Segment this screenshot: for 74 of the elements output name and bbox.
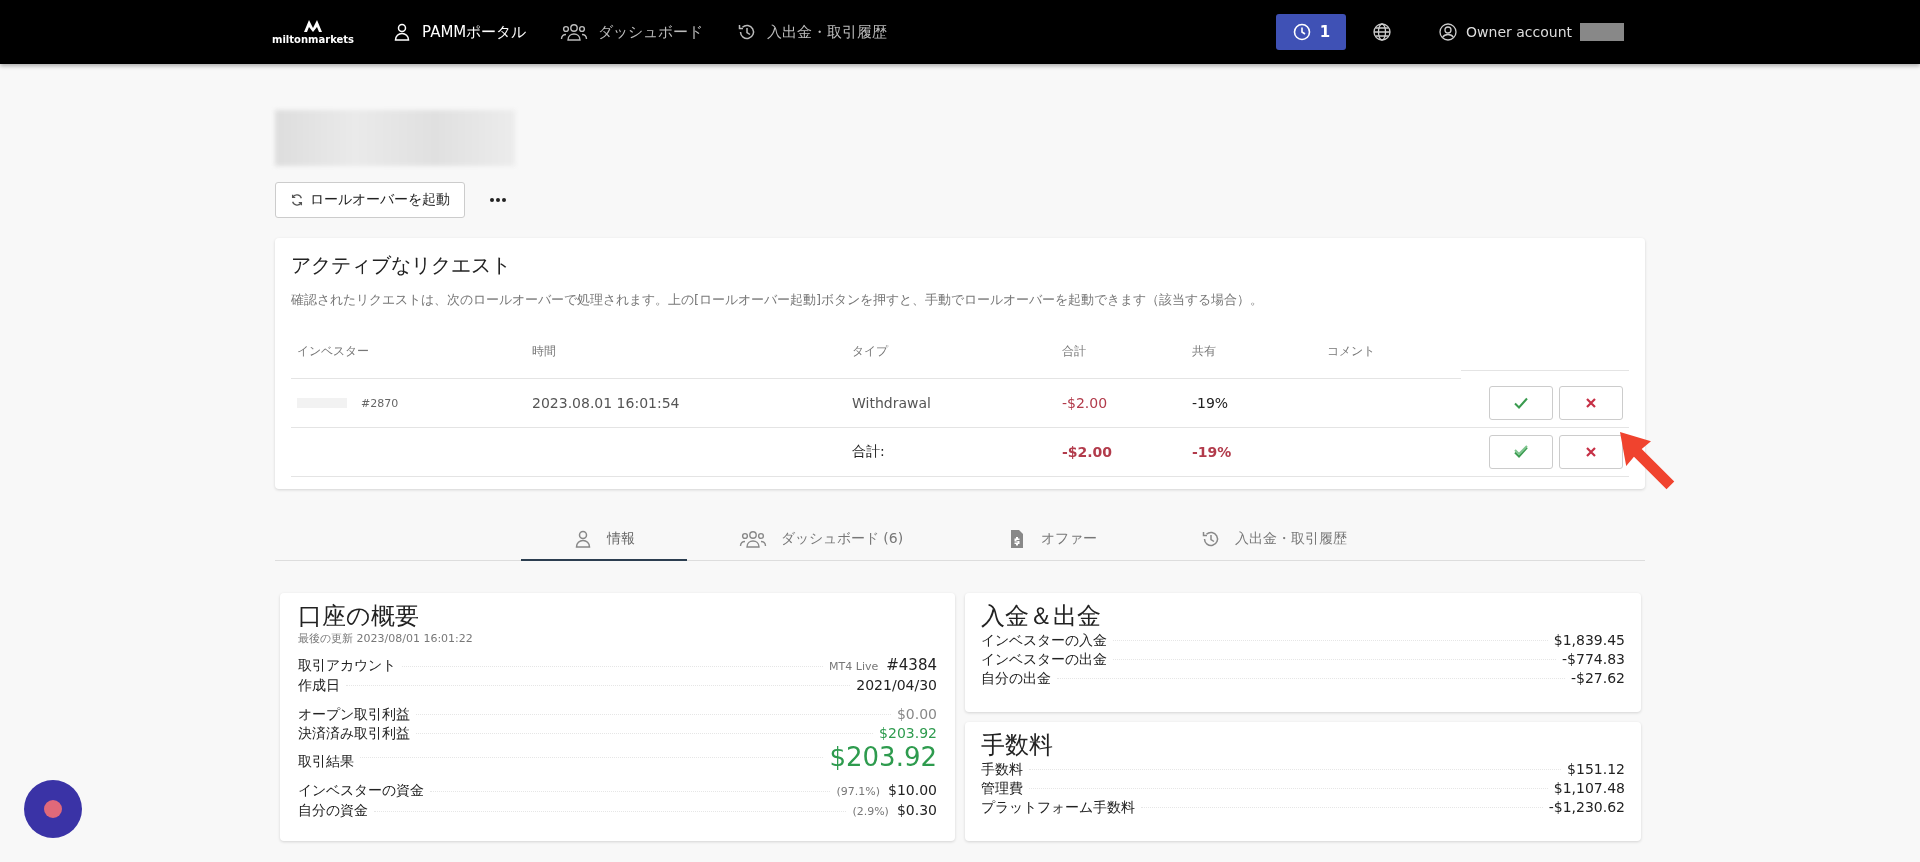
- last-updated: 最後の更新 2023/08/01 16:01:22: [298, 631, 474, 646]
- column-header: インベスター: [291, 337, 526, 379]
- card-title: 入金＆出金: [981, 601, 1102, 631]
- clock-icon: [1291, 22, 1312, 42]
- row-label: プラットフォーム手数料: [981, 798, 1135, 817]
- column-header: コメント: [1321, 337, 1461, 379]
- row-label: オープン取引利益: [298, 705, 410, 724]
- check-icon: [1513, 395, 1529, 411]
- row-label: インベスターの出金: [981, 650, 1107, 669]
- column-header: 合計: [1056, 337, 1186, 379]
- reject-all-button[interactable]: [1559, 435, 1623, 469]
- card-title: 手数料: [981, 730, 1054, 760]
- row-value: $203.92: [879, 724, 937, 743]
- account-menu[interactable]: Owner account: [1432, 21, 1630, 43]
- dot-icon: [44, 800, 62, 818]
- row-value: $0.30: [896, 801, 937, 820]
- row-label: 管理費: [981, 779, 1023, 798]
- reject-button[interactable]: [1559, 386, 1623, 420]
- nav-link[interactable]: PAMMポータル: [392, 16, 527, 48]
- row-label: インベスターの入金: [981, 631, 1107, 650]
- row-label: 手数料: [981, 760, 1023, 779]
- row-value: -$774.83: [1562, 650, 1625, 669]
- row-note: (2.9%): [852, 804, 889, 820]
- double-check-icon: [1513, 444, 1529, 460]
- table-cell: -19%: [1186, 379, 1321, 428]
- table-cell: -$2.00: [1056, 379, 1186, 428]
- row-value: $1,839.45: [1553, 631, 1625, 650]
- table-cell: 合計:: [846, 428, 1056, 477]
- row-value: $151.12: [1567, 760, 1625, 779]
- table-cell: Withdrawal: [846, 379, 1056, 428]
- card-description: 確認されたリクエストは、次のロールオーバーで処理されます。上の[ロールオーバー起動]ボタンを押すと、手動でロールオーバーを起動できます（該当する場合）。: [291, 291, 1265, 309]
- refresh-icon: [290, 193, 304, 207]
- row-value: $203.92: [829, 743, 937, 771]
- row-label: 取引結果: [298, 752, 354, 771]
- row-label: 取引アカウント: [298, 656, 396, 675]
- column-header: タイプ: [846, 337, 1056, 379]
- row-value: $10.00: [888, 781, 937, 800]
- row-note: (97.1%): [836, 784, 880, 800]
- nav-link[interactable]: ダッシュボード: [560, 16, 704, 48]
- row-value: #4384: [886, 656, 937, 675]
- column-header: 時間: [526, 337, 846, 379]
- row-label: 作成日: [298, 676, 340, 695]
- row-label: 決済済み取引利益: [298, 724, 410, 743]
- nav-link[interactable]: 入出金・取引履歴: [737, 16, 888, 48]
- table-cell: -$2.00: [1056, 428, 1186, 477]
- row-value: -$27.62: [1570, 669, 1625, 688]
- globe-icon[interactable]: [1372, 22, 1393, 42]
- row-note: MT4 Live: [829, 659, 879, 675]
- row-value: 2021/04/30: [856, 676, 937, 695]
- card-title: アクティブなリクエスト: [291, 252, 512, 279]
- tab[interactable]: オファー: [955, 519, 1150, 561]
- tab[interactable]: ダッシュボード (6): [686, 519, 956, 561]
- table-cell: 2023.08.01 16:01:54: [526, 379, 846, 428]
- chat-button[interactable]: [24, 780, 82, 838]
- group-icon: [738, 529, 767, 549]
- tab[interactable]: 入出金・取引履歴: [1149, 519, 1400, 561]
- tab[interactable]: 情報: [520, 519, 687, 561]
- table-cell: -19%: [1186, 428, 1321, 477]
- more-icon[interactable]: [489, 197, 507, 203]
- column-header: 共有: [1186, 337, 1321, 379]
- investor-id: #2870: [361, 396, 399, 410]
- row-label: 自分の資金: [298, 801, 368, 820]
- approve-all-button[interactable]: [1489, 435, 1553, 469]
- row-label: 自分の出金: [981, 669, 1051, 688]
- row-value: -$1,230.62: [1548, 798, 1625, 817]
- notifications-button[interactable]: 1: [1275, 14, 1347, 50]
- logo[interactable]: miltonmarkets: [272, 19, 355, 45]
- card-title: 口座の概要: [298, 601, 420, 631]
- user-icon: [1438, 22, 1459, 42]
- group-icon: [560, 22, 589, 42]
- row-value: $0.00: [896, 705, 937, 724]
- row-label: インベスターの資金: [298, 781, 424, 800]
- row-value: $1,107.48: [1553, 779, 1625, 798]
- rollover-button[interactable]: ロールオーバーを起動: [275, 182, 465, 218]
